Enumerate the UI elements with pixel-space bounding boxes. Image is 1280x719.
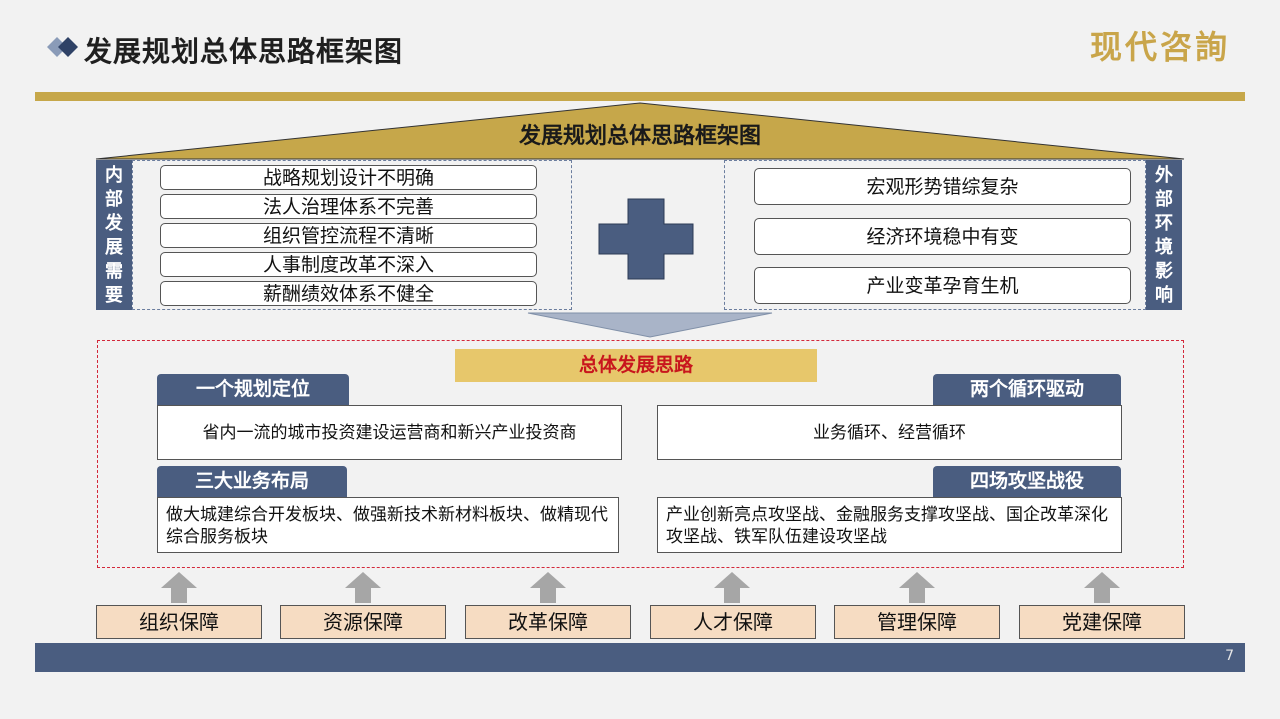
pillar-resources: 资源保障 xyxy=(280,605,446,639)
down-arrow-icon xyxy=(527,312,773,338)
external-influence-label: 外部环境影响 xyxy=(1146,160,1182,310)
cycles-content: 业务循环、经营循环 xyxy=(657,405,1122,460)
internal-needs-label: 内部发展需要 xyxy=(96,160,132,310)
battles-tag: 四场攻坚战役 xyxy=(933,466,1121,497)
up-arrow-icon xyxy=(161,572,197,603)
internal-need-item: 人事制度改革不深入 xyxy=(160,252,537,277)
positioning-content: 省内一流的城市投资建设运营商和新兴产业投资商 xyxy=(157,405,622,460)
up-arrow-icon xyxy=(714,572,750,603)
page-number: 7 xyxy=(1225,648,1234,664)
plus-icon xyxy=(598,198,694,280)
page-title: 发展规划总体思路框架图 xyxy=(84,35,404,68)
up-arrow-icon xyxy=(1084,572,1120,603)
cycles-tag: 两个循环驱动 xyxy=(933,374,1121,405)
external-influence-label-text: 外部环境影响 xyxy=(1155,165,1173,306)
positioning-tag: 一个规划定位 xyxy=(157,374,349,405)
external-item: 产业变革孕育生机 xyxy=(754,267,1131,304)
internal-need-item: 薪酬绩效体系不健全 xyxy=(160,281,537,306)
up-arrow-icon xyxy=(899,572,935,603)
battles-content: 产业创新亮点攻坚战、金融服务支撑攻坚战、国企改革深化攻坚战、铁军队伍建设攻坚战 xyxy=(657,497,1122,553)
internal-need-item: 法人治理体系不完善 xyxy=(160,194,537,219)
pillar-reform: 改革保障 xyxy=(465,605,631,639)
footer-bar xyxy=(35,643,1245,672)
up-arrow-icon xyxy=(530,572,566,603)
company-logo: 现代咨詢 xyxy=(1090,28,1231,66)
internal-need-item: 组织管控流程不清晰 xyxy=(160,223,537,248)
pillar-talent: 人才保障 xyxy=(650,605,816,639)
external-item: 宏观形势错综复杂 xyxy=(754,168,1131,205)
framework-title: 发展规划总体思路框架图 xyxy=(518,124,761,149)
pillar-party-building: 党建保障 xyxy=(1019,605,1185,639)
header-divider xyxy=(35,92,1245,101)
up-arrow-icon xyxy=(345,572,381,603)
overall-ideas-heading: 总体发展思路 xyxy=(455,349,817,382)
business-layout-tag: 三大业务布局 xyxy=(157,466,347,497)
internal-need-item: 战略规划设计不明确 xyxy=(160,165,537,190)
slide: 发展规划总体思路框架图 现代咨詢 发展规划总体思路框架图 内部发展需要 战略规划… xyxy=(0,0,1280,719)
diamond-bullet-icon xyxy=(47,37,78,57)
internal-needs-label-text: 内部发展需要 xyxy=(105,165,123,306)
pillar-organization: 组织保障 xyxy=(96,605,262,639)
external-item: 经济环境稳中有变 xyxy=(754,218,1131,255)
pillar-management: 管理保障 xyxy=(834,605,1000,639)
business-layout-content: 做大城建综合开发板块、做强新技术新材料板块、做精现代综合服务板块 xyxy=(157,497,619,553)
